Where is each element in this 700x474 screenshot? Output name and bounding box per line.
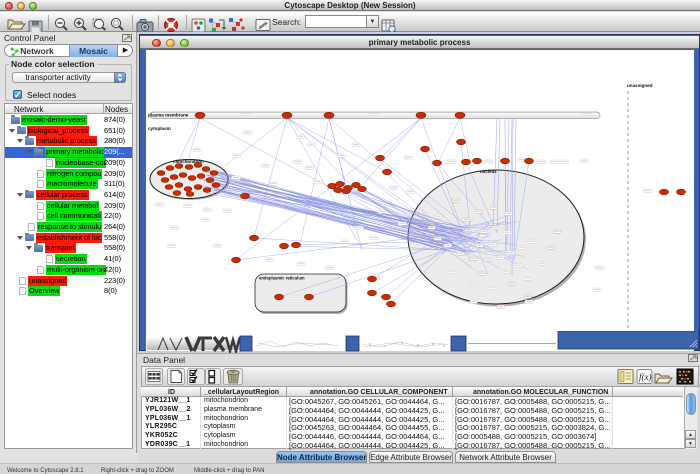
svg-text:nucleus: nucleus [480, 169, 497, 174]
svg-text:f(x): f(x) [639, 372, 652, 382]
svg-text:cytoplasm: cytoplasm [148, 126, 171, 131]
svg-text:plasma membrane: plasma membrane [148, 113, 189, 118]
svg-text:endoplasmic reticulum: endoplasmic reticulum [259, 276, 305, 281]
svg-text:mitochondrion: mitochondrion [173, 159, 204, 164]
svg-text:unassigned: unassigned [627, 83, 653, 88]
